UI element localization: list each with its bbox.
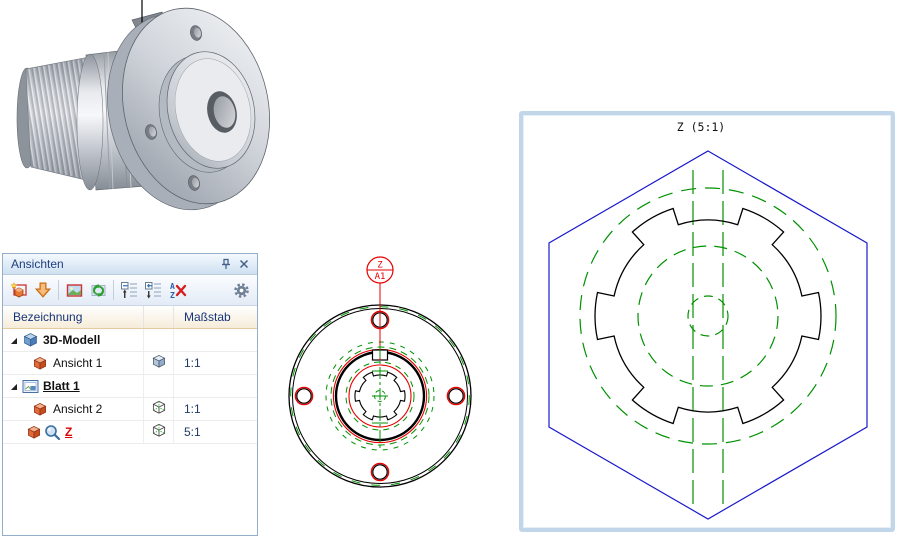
- scale-value: 5:1: [174, 425, 257, 439]
- pin-icon[interactable]: [217, 256, 235, 272]
- toolbar-separator: [58, 280, 59, 300]
- tree-row-3d-modell[interactable]: ◢ 3D-Modell: [3, 329, 257, 352]
- preview-cube-solid-icon[interactable]: [151, 354, 167, 372]
- tree-row-detail-z[interactable]: Z 5:1: [3, 421, 257, 444]
- scale-value: 1:1: [174, 402, 257, 416]
- toolbar-separator: [113, 280, 114, 300]
- tree-item-label[interactable]: 3D-Modell: [43, 333, 100, 347]
- tree-row-ansicht-1[interactable]: Ansicht 1 1:1: [3, 352, 257, 375]
- castellated-profile-detail: [595, 209, 821, 424]
- expand-all-icon[interactable]: [141, 278, 165, 302]
- sheet-icon: [21, 378, 39, 394]
- callout-sheet-ref: A1: [375, 272, 386, 282]
- detail-view-z[interactable]: Z (5:1): [519, 111, 895, 532]
- update-views-icon[interactable]: [86, 278, 110, 302]
- detail-magnifier-icon: [43, 424, 61, 440]
- view-cube-orange-icon: [31, 355, 49, 371]
- tree-item-label[interactable]: Blatt 1: [43, 379, 80, 393]
- views-tree: ◢ 3D-Modell: [3, 329, 257, 535]
- tree-row-blatt-1[interactable]: ◢ Blatt 1: [3, 375, 257, 398]
- expand-arrow-icon[interactable]: ◢: [7, 336, 21, 345]
- tree-item-label[interactable]: Z: [65, 425, 72, 439]
- cube-3d-icon: [21, 332, 39, 348]
- settings-gear-icon[interactable]: [229, 278, 253, 302]
- tree-item-label[interactable]: Ansicht 2: [53, 402, 102, 416]
- panel-title: Ansichten: [11, 257, 217, 271]
- panel-toolbar: A Z: [3, 275, 257, 306]
- preview-cube-wire-icon[interactable]: [151, 423, 167, 441]
- insert-view-arrow-icon[interactable]: [31, 278, 55, 302]
- view-image-icon[interactable]: [62, 278, 86, 302]
- new-view-icon[interactable]: [7, 278, 31, 302]
- view-cube-orange-icon: [25, 424, 43, 440]
- clear-sort-icon[interactable]: A Z: [165, 278, 189, 302]
- panel-title-bar: Ansichten: [3, 254, 257, 275]
- svg-text:Z: Z: [170, 291, 175, 300]
- detail-view-title: Z (5:1): [677, 120, 725, 134]
- views-panel: Ansichten: [2, 253, 258, 536]
- column-header-bezeichnung[interactable]: Bezeichnung: [3, 306, 144, 328]
- tree-item-label[interactable]: Ansicht 1: [53, 356, 102, 370]
- expand-arrow-icon[interactable]: ◢: [7, 382, 21, 391]
- callout-detail-letter: Z: [377, 261, 383, 271]
- model-3d-render: [0, 0, 270, 235]
- centerlines: [372, 346, 388, 450]
- detail-hidden-circles: [580, 170, 836, 508]
- preview-cube-wire-icon[interactable]: [151, 400, 167, 418]
- model-3d-view[interactable]: [0, 0, 270, 235]
- tree-header-row: Bezeichnung Maßstab: [3, 306, 257, 329]
- close-icon[interactable]: [235, 256, 253, 272]
- scale-value: 1:1: [174, 356, 257, 370]
- column-header-icon[interactable]: [144, 306, 174, 328]
- view-cube-orange-icon: [31, 401, 49, 417]
- detail-callout-balloon[interactable]: Z A1: [367, 257, 393, 283]
- drawing-front-view[interactable]: Z A1: [285, 248, 480, 503]
- tree-row-ansicht-2[interactable]: Ansicht 2 1:1: [3, 398, 257, 421]
- collapse-all-icon[interactable]: [117, 278, 141, 302]
- column-header-massstab[interactable]: Maßstab: [174, 306, 257, 328]
- svg-text:A: A: [170, 282, 175, 291]
